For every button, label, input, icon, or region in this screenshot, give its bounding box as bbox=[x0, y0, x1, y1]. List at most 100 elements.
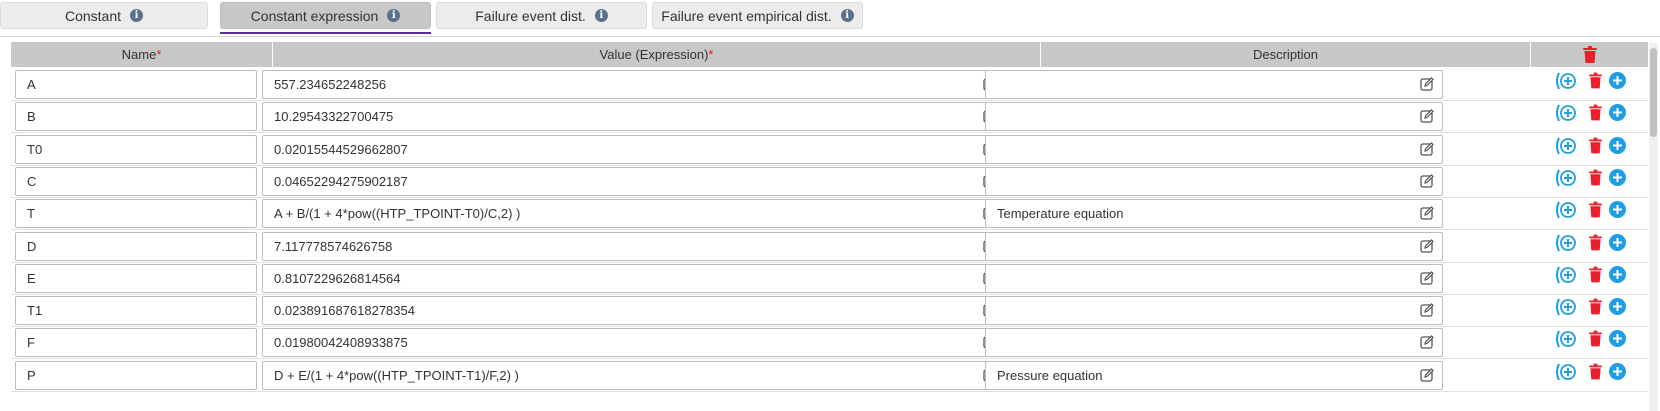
edit-icon[interactable] bbox=[1420, 206, 1434, 220]
value-expression-input[interactable]: 557.234652248256 bbox=[262, 70, 1006, 99]
add-row-icon[interactable] bbox=[1609, 72, 1626, 89]
add-row-icon[interactable] bbox=[1609, 104, 1626, 122]
description-input[interactable]: Temperature equation bbox=[985, 199, 1443, 229]
column-header-value[interactable]: Value (Expression) * bbox=[273, 42, 1041, 67]
name-value: P bbox=[27, 367, 36, 383]
table-row: P D + E/(1 + 4*pow((HTP_TPOINT-T1)/F,2) … bbox=[11, 358, 1648, 392]
insert-row-icon[interactable] bbox=[1555, 266, 1577, 284]
name-value: B bbox=[27, 109, 36, 125]
tab-failure-event-dist[interactable]: Failure event dist. i bbox=[436, 2, 647, 29]
insert-row-icon[interactable] bbox=[1555, 330, 1577, 348]
edit-icon[interactable] bbox=[1420, 77, 1434, 91]
edit-icon[interactable] bbox=[1420, 335, 1434, 350]
description-input[interactable] bbox=[985, 296, 1443, 326]
name-input[interactable]: E bbox=[15, 263, 257, 293]
name-input[interactable]: D bbox=[15, 231, 257, 261]
row-actions bbox=[1555, 298, 1640, 320]
row-actions bbox=[1555, 330, 1640, 352]
name-input[interactable]: T bbox=[15, 199, 257, 229]
insert-row-icon[interactable] bbox=[1555, 104, 1577, 122]
info-icon[interactable]: i bbox=[594, 9, 608, 22]
name-input[interactable]: T0 bbox=[15, 134, 257, 164]
name-input[interactable]: P bbox=[15, 360, 257, 390]
add-row-icon[interactable] bbox=[1609, 362, 1626, 380]
trash-icon[interactable] bbox=[1589, 72, 1602, 89]
info-icon[interactable]: i bbox=[840, 9, 854, 22]
trash-icon[interactable] bbox=[1589, 169, 1602, 186]
description-input[interactable]: Pressure equation bbox=[985, 360, 1443, 390]
trash-icon[interactable] bbox=[1589, 137, 1602, 154]
add-row-icon[interactable] bbox=[1609, 136, 1626, 154]
info-icon[interactable]: i bbox=[387, 9, 401, 22]
add-row-icon[interactable] bbox=[1609, 265, 1626, 283]
edit-icon[interactable] bbox=[1420, 141, 1434, 156]
column-header-description[interactable]: Description bbox=[1041, 42, 1531, 67]
description-input[interactable] bbox=[985, 70, 1443, 99]
value-expression-input[interactable]: 10.29543322700475 bbox=[262, 102, 1006, 132]
description-input[interactable] bbox=[985, 166, 1443, 196]
description-input[interactable] bbox=[985, 328, 1443, 358]
table-row: C 0.04652294275902187 bbox=[11, 164, 1648, 198]
trash-icon[interactable] bbox=[1589, 266, 1602, 283]
value-expression-input[interactable]: 7.117778574626758 bbox=[262, 231, 1006, 261]
insert-row-icon[interactable] bbox=[1555, 169, 1577, 187]
info-icon[interactable]: i bbox=[130, 9, 144, 22]
edit-icon[interactable] bbox=[1420, 367, 1434, 382]
insert-row-icon[interactable] bbox=[1555, 363, 1577, 381]
tab-constant[interactable]: Constant i bbox=[0, 2, 208, 29]
value-expression-input[interactable]: A + B/(1 + 4*pow((HTP_TPOINT-T0)/C,2) ) bbox=[262, 199, 1006, 229]
description-input[interactable] bbox=[985, 231, 1443, 261]
value-expression: 0.8107229626814564 bbox=[274, 270, 401, 286]
trash-icon[interactable] bbox=[1589, 104, 1602, 121]
trash-icon[interactable] bbox=[1589, 363, 1602, 380]
tab-constant-expression[interactable]: Constant expression i bbox=[220, 2, 431, 29]
add-row-icon[interactable] bbox=[1609, 298, 1626, 316]
table-row: T A + B/(1 + 4*pow((HTP_TPOINT-T0)/C,2) … bbox=[11, 196, 1648, 231]
scrollbar-thumb[interactable] bbox=[1650, 48, 1657, 137]
value-expression-input[interactable]: 0.01980042408933875 bbox=[262, 328, 1006, 358]
edit-icon[interactable] bbox=[1420, 238, 1434, 253]
insert-row-icon[interactable] bbox=[1555, 201, 1577, 219]
description-input[interactable] bbox=[985, 134, 1443, 164]
table-row: T1 0.023891687618278354 bbox=[11, 293, 1648, 328]
value-expression-input[interactable]: 0.02015544529662807 bbox=[262, 134, 1006, 164]
delete-all-trash-icon[interactable] bbox=[1582, 46, 1597, 63]
edit-icon[interactable] bbox=[1420, 270, 1434, 285]
add-row-icon[interactable] bbox=[1609, 233, 1626, 251]
add-row-icon[interactable] bbox=[1609, 168, 1626, 186]
row-actions bbox=[1555, 104, 1640, 126]
trash-icon[interactable] bbox=[1589, 234, 1602, 251]
name-input[interactable]: T1 bbox=[15, 296, 257, 326]
value-expression-input[interactable]: 0.023891687618278354 bbox=[262, 296, 1006, 326]
value-expression-input[interactable]: D + E/(1 + 4*pow((HTP_TPOINT-T1)/F,2) ) bbox=[262, 360, 1006, 390]
trash-icon[interactable] bbox=[1589, 201, 1602, 218]
table-row: B 10.29543322700475 bbox=[11, 99, 1648, 134]
header-label: Name bbox=[121, 47, 157, 62]
edit-icon[interactable] bbox=[1420, 174, 1434, 188]
trash-icon[interactable] bbox=[1589, 298, 1602, 315]
value-expression: 10.29543322700475 bbox=[274, 109, 394, 125]
name-input[interactable]: F bbox=[15, 328, 257, 358]
value-expression-input[interactable]: 0.04652294275902187 bbox=[262, 166, 1006, 196]
column-header-name[interactable]: Name * bbox=[11, 42, 273, 67]
tab-failure-event-empirical-dist[interactable]: Failure event empirical dist. i bbox=[652, 2, 863, 29]
add-row-icon[interactable] bbox=[1609, 201, 1626, 219]
edit-icon[interactable] bbox=[1420, 109, 1434, 123]
name-input[interactable]: A bbox=[15, 70, 257, 99]
trash-icon[interactable] bbox=[1589, 330, 1602, 347]
name-value: T bbox=[27, 206, 35, 222]
insert-row-icon[interactable] bbox=[1555, 137, 1577, 155]
insert-row-icon[interactable] bbox=[1555, 72, 1577, 90]
value-expression: 0.04652294275902187 bbox=[274, 173, 408, 189]
add-row-icon[interactable] bbox=[1609, 330, 1626, 348]
insert-row-icon[interactable] bbox=[1555, 298, 1577, 316]
tab-label: Constant bbox=[64, 7, 122, 24]
edit-icon[interactable] bbox=[1420, 303, 1434, 317]
name-input[interactable]: C bbox=[15, 166, 257, 196]
description-input[interactable] bbox=[985, 102, 1443, 132]
description-input[interactable] bbox=[985, 263, 1443, 293]
value-expression-input[interactable]: 0.8107229626814564 bbox=[262, 263, 1006, 293]
insert-row-icon[interactable] bbox=[1555, 234, 1577, 252]
name-input[interactable]: B bbox=[15, 102, 257, 132]
row-actions bbox=[1555, 168, 1640, 191]
